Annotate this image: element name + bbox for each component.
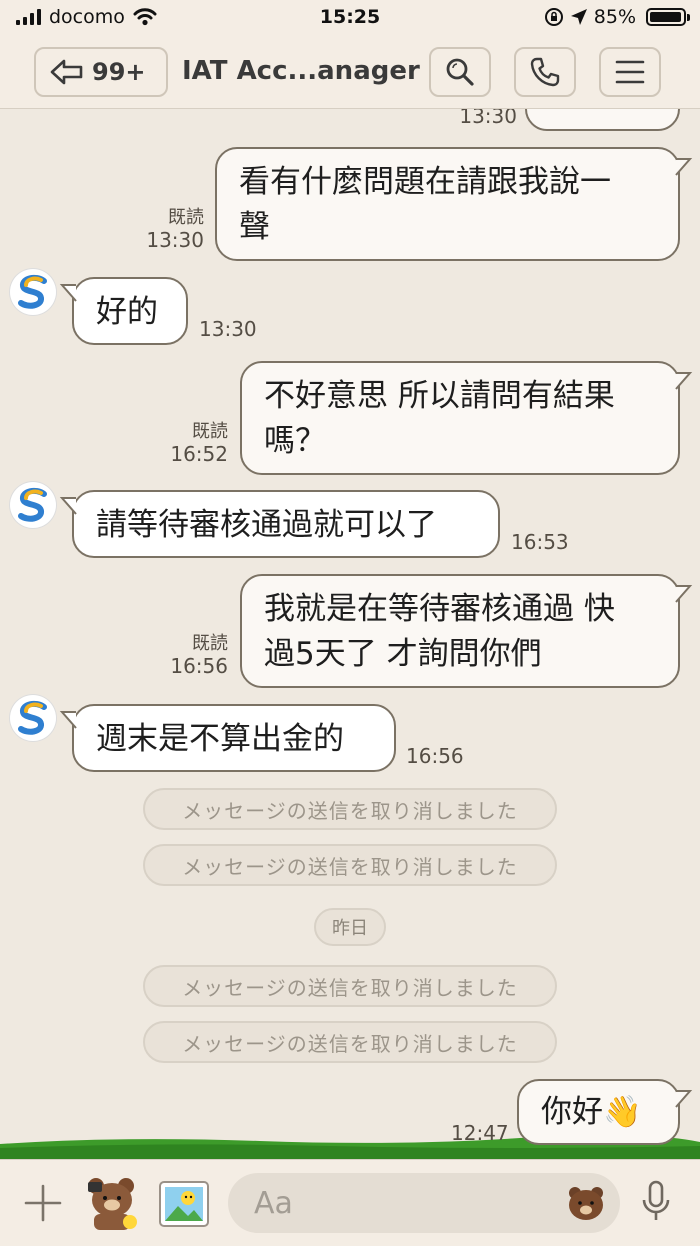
message-text: 請等待審核通過就可以了 [96,507,437,543]
message-bubble-incoming[interactable]: 請等待審核通過就可以了 [72,490,500,558]
avatar[interactable] [10,695,56,741]
battery-icon [646,8,690,26]
message-text: 你好 [541,1094,603,1130]
read-label: 既読 [192,633,228,654]
message-text-line: 嗎？ [264,423,326,459]
input-placeholder: Aa [254,1186,293,1221]
unsent-notice: メッセージの送信を取り消しました [143,844,557,886]
chat-header: 99+ IAT Acc...anager [0,36,700,109]
message-time: 16:52 [170,442,228,466]
message-bubble-partial[interactable] [525,109,680,131]
status-bar: docomo 15:25 85% [0,0,700,36]
message-time: 12:47 [451,1121,509,1145]
read-label: 既読 [168,207,204,228]
message-bubble-outgoing[interactable]: 我就是在等待審核通過 快 過5天了 才詢問你們 [240,574,680,688]
rotation-lock-icon [544,8,563,26]
unsent-notice: メッセージの送信を取り消しました [143,1021,557,1063]
message-text: 週末是不算出金的 [96,721,344,757]
bubble-tail [59,284,77,302]
message-bubble-outgoing[interactable]: 不好意思 所以請問有結果 嗎？ [240,361,680,475]
message-time: 13:30 [146,228,204,252]
wave-emoji: 👋 [603,1094,642,1130]
bubble-tail [675,372,693,390]
message-time: 16:56 [406,744,464,768]
phone-icon [530,57,560,87]
message-text-line: 不好意思 所以請問有結果 [264,378,615,414]
message-time: 13:30 [199,317,257,341]
message-text-line: 我就是在等待審核通過 快 [264,591,615,627]
unsent-notice: メッセージの送信を取り消しました [143,788,557,830]
logo-icon [18,487,47,522]
message-time: 16:53 [511,530,569,554]
message-text-line: 過5天了 才詢問你們 [264,636,542,672]
read-label: 既読 [192,421,228,442]
unsent-notice: メッセージの送信を取り消しました [143,965,557,1007]
message-text-line: 聲 [239,209,270,245]
read-receipt: 既読 16:56 [162,632,228,678]
read-receipt: 既読 13:30 [138,206,204,252]
bubble-tail [59,711,77,729]
logo-icon [18,700,47,735]
message-bubble-incoming[interactable]: 週末是不算出金的 [72,704,396,772]
chat-title[interactable]: IAT Acc...anager [182,56,420,86]
message-time: 13:30 [459,109,517,128]
message-input[interactable]: Aa [228,1173,620,1233]
message-bubble-incoming[interactable]: 好的 [72,277,188,345]
input-bar: Aa [0,1159,700,1246]
emoji-icon[interactable] [566,1185,606,1221]
logo-icon [18,274,47,309]
location-arrow-icon [570,9,587,25]
message-bubble-outgoing[interactable]: 看有什麼問題在請跟我說一 聲 [215,147,680,261]
menu-icon [615,60,645,84]
microphone-icon[interactable] [640,1180,672,1224]
bubble-tail [675,1090,693,1108]
status-right: 85% [544,6,690,28]
menu-button[interactable] [599,47,661,97]
search-button[interactable] [429,47,491,97]
message-text-line: 看有什麼問題在請跟我說一 [239,164,611,200]
avatar[interactable] [10,269,56,315]
avatar[interactable] [10,482,56,528]
read-receipt: 既読 16:52 [162,420,228,466]
date-divider: 昨日 [314,908,386,946]
search-icon [446,58,474,86]
message-time: 16:56 [170,654,228,678]
photo-icon[interactable] [158,1180,210,1228]
bubble-tail [675,585,693,603]
message-bubble-outgoing[interactable]: 你好👋 [517,1079,680,1145]
sticker-icon[interactable] [82,1174,142,1232]
bubble-tail [59,497,77,515]
back-button[interactable]: 99+ [34,47,168,97]
message-text: 好的 [96,294,158,330]
unread-count: 99+ [92,58,146,86]
battery-percent: 85% [593,6,636,28]
bubble-tail [675,158,693,176]
call-button[interactable] [514,47,576,97]
back-arrow-icon [50,59,83,85]
plus-icon[interactable] [24,1184,62,1222]
chat-area[interactable]: 13:30 既読 13:30 看有什麼問題在請跟我說一 聲 好的 13:30 既… [0,109,700,1159]
